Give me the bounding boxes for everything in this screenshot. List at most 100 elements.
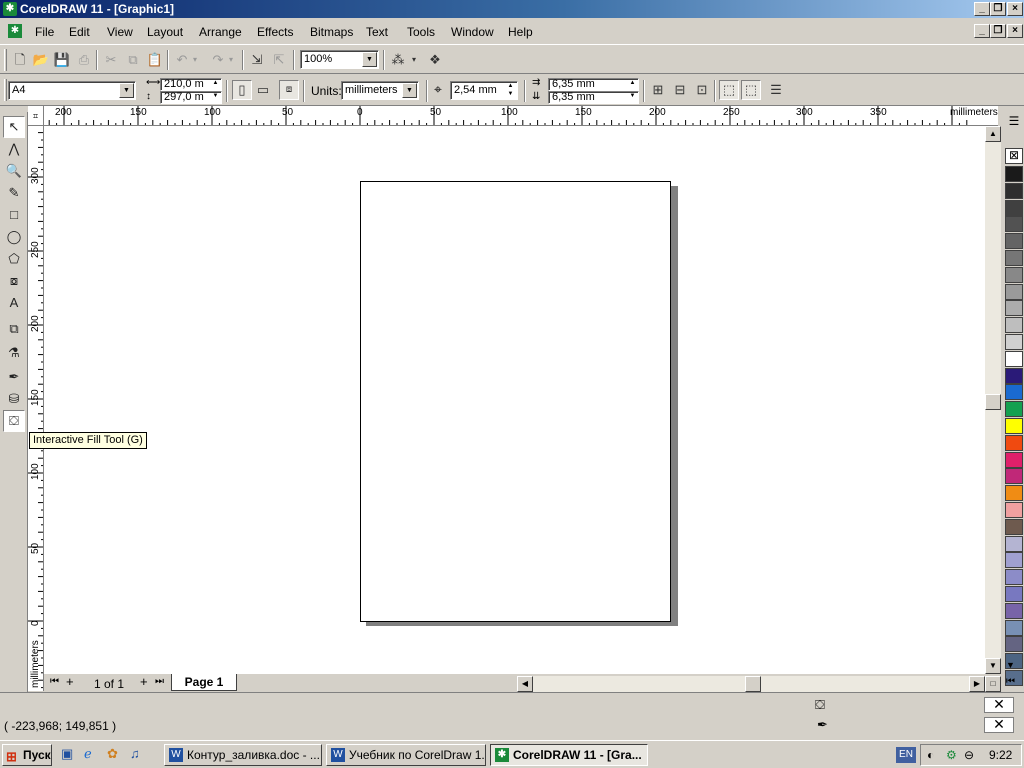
color-swatch[interactable] [1005,266,1023,283]
color-swatch[interactable] [1005,300,1023,317]
palette-menu-icon[interactable]: ☰ [1005,112,1023,130]
zoom-tool-icon[interactable]: 🔍 [3,160,25,182]
spin-up-icon[interactable]: ▲ [210,79,221,87]
snap-to-objects-icon[interactable]: ⊡ [692,80,712,100]
fill-tool-icon[interactable]: ⛁ [3,388,25,410]
landscape-icon[interactable]: ▭ [253,80,273,100]
color-swatch[interactable] [1005,451,1023,468]
spin-down-icon[interactable]: ▼ [627,92,638,100]
application-launcher-icon[interactable]: ⁂ [388,50,408,70]
color-swatch[interactable] [1005,367,1023,384]
polygon-tool-icon[interactable]: ⬠ [3,248,25,270]
spin-down-icon[interactable]: ▼ [505,90,516,98]
outline-tool-icon[interactable]: ✒ [3,366,25,388]
page-layout-icon[interactable]: ⧈ [279,80,299,100]
rectangle-tool-icon[interactable]: □ [3,204,25,226]
color-swatch[interactable] [1005,199,1023,216]
color-swatch[interactable] [1005,502,1023,518]
cut-icon[interactable]: ✂ [101,50,121,70]
color-swatch[interactable] [1005,384,1023,401]
spin-up-icon[interactable]: ▲ [505,82,516,90]
export-icon[interactable]: ⇱ [269,50,289,70]
palette-expand-icon[interactable]: ⏮ [1006,676,1015,687]
menu-text[interactable]: Text [366,24,388,40]
color-swatch[interactable] [1005,317,1023,334]
color-swatch[interactable] [1005,518,1023,535]
color-swatch[interactable] [1005,552,1023,569]
first-page-icon[interactable]: ⏮ [50,676,59,687]
task-coreldraw[interactable]: ✱ CorelDRAW 11 - [Gra... [490,744,648,766]
new-icon[interactable]: 🗋 [10,50,30,70]
color-swatch[interactable] [1005,216,1023,233]
save-icon[interactable]: 💾 [52,50,72,70]
snap-to-grid-icon[interactable]: ⊞ [648,80,668,100]
color-swatch[interactable] [1005,569,1023,586]
paper-width-field[interactable]: 210,0 m ▲ [160,78,222,91]
color-swatch[interactable] [1005,586,1023,602]
horizontal-ruler[interactable]: 200 150 100 50 0 50 100 150 200 250 300 … [44,106,998,126]
paper-height-field[interactable]: 297,0 m ▼ [160,91,222,104]
scroll-right-icon[interactable]: ▶ [969,676,985,692]
color-swatch[interactable] [1005,166,1023,182]
color-swatch[interactable] [1005,350,1023,367]
pick-tool-icon[interactable]: ↖ [3,116,25,138]
menu-edit[interactable]: Edit [69,24,90,40]
vertical-scrollbar[interactable]: ▲ ▼ [985,126,1001,674]
corel-online-icon[interactable]: ❖ [425,50,445,70]
no-color-swatch[interactable]: ⊠ [1005,148,1023,164]
chevron-down-icon[interactable]: ▼ [119,83,134,98]
close-button[interactable]: × [1007,2,1023,16]
menu-file[interactable]: File [35,24,54,40]
spin-down-icon[interactable]: ▼ [210,92,221,100]
menu-effects[interactable]: Effects [257,24,293,40]
color-swatch[interactable] [1005,283,1023,300]
color-swatch[interactable] [1005,334,1023,350]
duplicate-distance-y-field[interactable]: 6,35 mm ▼ [548,91,639,104]
color-swatch[interactable] [1005,485,1023,502]
draw-objects-selected-icon[interactable]: ⬚ [741,80,761,100]
start-button[interactable]: ⊞ Пуск [2,744,52,766]
add-page-after-icon[interactable]: + [140,674,148,689]
tab-page-1[interactable]: Page 1 [171,674,237,691]
drawing-page[interactable] [360,181,671,622]
vertical-scroll-thumb[interactable] [985,394,1001,410]
scroll-up-icon[interactable]: ▲ [985,126,1001,142]
minimize-button[interactable]: _ [974,2,990,16]
basic-shapes-tool-icon[interactable]: ⧇ [3,270,25,292]
view-navigator-icon[interactable]: □ [985,676,1001,692]
launcher-dropdown-icon[interactable]: ▾ [408,50,420,70]
doc-close-button[interactable]: × [1007,24,1023,38]
color-swatch[interactable] [1005,182,1023,199]
menu-arrange[interactable]: Arrange [199,24,242,40]
menu-view[interactable]: View [107,24,133,40]
palette-scroll-down-icon[interactable]: ▼ [1006,660,1015,670]
paste-icon[interactable]: 📋 [145,50,165,70]
internet-explorer-icon[interactable]: ℯ [84,746,92,762]
undo-dropdown-icon[interactable]: ▾ [189,50,201,70]
fill-none-swatch[interactable]: ✕ [984,697,1014,713]
outline-none-swatch[interactable]: ✕ [984,717,1014,733]
shape-tool-icon[interactable]: ⋀ [3,138,25,160]
media-player-icon[interactable]: ♫ [130,746,140,761]
snap-to-guidelines-icon[interactable]: ⊟ [670,80,690,100]
open-icon[interactable]: 📂 [31,50,51,70]
color-swatch[interactable] [1005,619,1023,636]
vertical-ruler[interactable]: 300 250 200 150 100 50 0 millimeters [28,126,44,691]
tray-icon[interactable]: ◐ [927,748,934,762]
color-swatch[interactable] [1005,418,1023,434]
scroll-left-icon[interactable]: ◀ [517,676,533,692]
interactive-blend-tool-icon[interactable]: ⧉ [3,318,25,340]
menu-help[interactable]: Help [508,24,533,40]
quick-launch-icon[interactable]: ✿ [107,746,118,762]
color-swatch[interactable] [1005,233,1023,250]
restore-button[interactable]: ❐ [990,2,1006,16]
color-swatch[interactable] [1005,401,1023,418]
color-swatch[interactable] [1005,636,1023,653]
doc-restore-button[interactable]: ❐ [990,24,1006,38]
duplicate-distance-x-field[interactable]: 6,35 mm ▲ [548,78,639,91]
horizontal-scroll-thumb[interactable] [745,676,761,692]
import-icon[interactable]: ⇲ [247,50,267,70]
ruler-origin[interactable]: ⌗ [28,106,44,126]
tray-network-icon[interactable]: ⚙ [946,748,957,762]
interactive-fill-tool-icon[interactable]: ⛋ [3,410,25,432]
